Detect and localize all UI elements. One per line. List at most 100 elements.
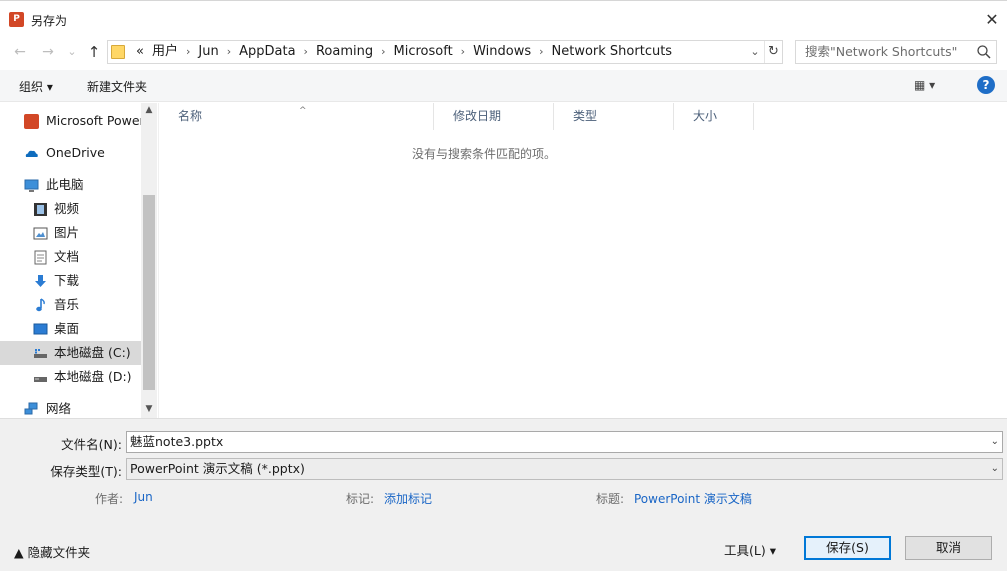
filename-value: 魅蓝note3.pptx: [130, 434, 224, 449]
pictures-icon: [33, 227, 48, 240]
breadcrumb-item[interactable]: 用户: [148, 41, 182, 63]
back-button[interactable]: ←: [10, 42, 30, 62]
organize-button[interactable]: 组织 ▾: [19, 78, 53, 95]
sidebar-item-label: 网络: [46, 401, 72, 416]
column-header-date[interactable]: 修改日期: [434, 103, 554, 130]
desktop-icon: [33, 323, 48, 335]
sidebar-item-network[interactable]: 网络: [0, 397, 141, 418]
title-label: 标题:: [596, 492, 625, 506]
breadcrumb-item[interactable]: AppData: [235, 41, 299, 63]
change-view-button[interactable]: ▦ ▾: [914, 78, 935, 92]
sort-ascending-icon: ^: [299, 106, 307, 116]
chevron-right-icon[interactable]: ›: [223, 41, 235, 63]
documents-icon: [34, 250, 47, 265]
computer-icon: [24, 179, 39, 192]
empty-message: 没有与搜索条件匹配的项。: [411, 147, 556, 161]
breadcrumb: « 用户 › Jun › AppData › Roaming › Microso…: [132, 41, 676, 63]
forward-button[interactable]: →: [38, 42, 58, 62]
column-header-name[interactable]: 名称 ^: [159, 103, 434, 130]
breadcrumb-item[interactable]: Microsoft: [390, 41, 457, 63]
refresh-button[interactable]: ↻: [764, 41, 782, 63]
tags-value[interactable]: 添加标记: [384, 490, 432, 507]
sidebar-item-label: OneDrive: [46, 145, 105, 160]
sidebar-item-music[interactable]: 音乐: [0, 293, 141, 317]
chevron-right-icon[interactable]: ›: [457, 41, 469, 63]
title-bar: P 另存为 ✕: [0, 0, 1007, 36]
sidebar-item-documents[interactable]: 文档: [0, 245, 141, 269]
sidebar-item-label: 桌面: [54, 321, 80, 336]
chevron-right-icon[interactable]: ›: [535, 41, 547, 63]
sidebar-item-label: 视频: [54, 201, 80, 216]
breadcrumb-overflow[interactable]: «: [132, 41, 148, 63]
search-icon: [977, 45, 991, 59]
sidebar-item-label: 本地磁盘 (C:): [54, 345, 131, 360]
breadcrumb-item[interactable]: Jun: [194, 41, 222, 63]
sidebar-item-onedrive[interactable]: OneDrive: [0, 141, 141, 165]
filename-label: 文件名(N):: [61, 437, 122, 452]
navigation-pane: Microsoft Power OneDrive 此电脑 视频 图片 文档 下载…: [0, 103, 157, 418]
onedrive-icon: [25, 150, 38, 157]
drive-d-icon: [34, 377, 47, 382]
window-title: 另存为: [31, 14, 68, 28]
search-input[interactable]: 搜索"Network Shortcuts": [795, 40, 997, 64]
author-label: 作者:: [95, 492, 124, 506]
powerpoint-icon: [24, 114, 39, 129]
tools-button[interactable]: 工具(L) ▾: [724, 540, 776, 559]
folder-icon: [111, 45, 125, 59]
tags-label: 标记:: [346, 492, 375, 506]
sidebar-item-videos[interactable]: 视频: [0, 197, 141, 221]
author-value[interactable]: Jun: [134, 490, 153, 504]
network-icon: [24, 402, 38, 415]
column-header-label: 名称: [178, 109, 203, 123]
sidebar-item-label: 图片: [54, 225, 80, 240]
sidebar-scrollbar[interactable]: ▲ ▼: [141, 103, 157, 418]
filetype-select[interactable]: PowerPoint 演示文稿 (*.pptx) ⌄: [126, 458, 1003, 480]
help-icon[interactable]: ?: [977, 76, 995, 94]
address-dropdown-button[interactable]: ⌄: [746, 41, 764, 63]
filetype-value: PowerPoint 演示文稿 (*.pptx): [130, 461, 305, 476]
scroll-up-icon[interactable]: ▲: [141, 105, 157, 115]
save-button[interactable]: 保存(S): [804, 536, 891, 560]
breadcrumb-item[interactable]: Windows: [469, 41, 535, 63]
hide-folders-button[interactable]: ▲ 隐藏文件夹: [14, 542, 90, 561]
new-folder-button[interactable]: 新建文件夹: [87, 78, 147, 95]
sidebar-item-this-pc[interactable]: 此电脑: [0, 173, 141, 197]
scroll-down-icon[interactable]: ▼: [141, 404, 157, 414]
sidebar-item-downloads[interactable]: 下载: [0, 269, 141, 293]
sidebar-item-label: 文档: [54, 249, 80, 264]
music-icon: [36, 298, 45, 312]
command-bar: 组织 ▾ 新建文件夹 ▦ ▾ ?: [0, 70, 1007, 102]
file-list[interactable]: 名称 ^ 修改日期 类型 大小 没有与搜索条件匹配的项。: [158, 103, 1007, 418]
save-options-pane: 文件名(N): 魅蓝note3.pptx ⌄ 保存类型(T): PowerPoi…: [0, 418, 1007, 571]
chevron-down-icon[interactable]: ⌄: [991, 432, 999, 452]
column-header-size[interactable]: 大小: [674, 103, 754, 130]
up-button[interactable]: ↑: [84, 42, 104, 62]
sidebar-item-pictures[interactable]: 图片: [0, 221, 141, 245]
sidebar-item-drive-c[interactable]: 本地磁盘 (C:): [0, 341, 141, 365]
column-header-label: 修改日期: [453, 109, 502, 123]
close-button[interactable]: ✕: [978, 7, 1006, 33]
sidebar-item-drive-d[interactable]: 本地磁盘 (D:): [0, 365, 141, 389]
chevron-right-icon[interactable]: ›: [377, 41, 389, 63]
breadcrumb-item[interactable]: Roaming: [312, 41, 377, 63]
scrollbar-thumb[interactable]: [143, 195, 155, 390]
video-icon: [34, 203, 47, 216]
search-placeholder: 搜索"Network Shortcuts": [805, 44, 958, 59]
chevron-right-icon[interactable]: ›: [300, 41, 312, 63]
column-header-type[interactable]: 类型: [554, 103, 674, 130]
download-icon: [35, 275, 46, 287]
title-value[interactable]: PowerPoint 演示文稿: [634, 490, 752, 507]
drive-c-icon: [34, 349, 47, 358]
chevron-right-icon[interactable]: ›: [182, 41, 194, 63]
cancel-button[interactable]: 取消: [905, 536, 992, 560]
breadcrumb-item-current[interactable]: Network Shortcuts: [548, 41, 677, 63]
column-header-label: 大小: [693, 109, 718, 123]
chevron-down-icon[interactable]: ⌄: [991, 459, 999, 479]
sidebar-item-label: Microsoft Power: [46, 113, 145, 128]
sidebar-item-powerpoint[interactable]: Microsoft Power: [0, 109, 145, 133]
column-header-label: 类型: [573, 109, 598, 123]
sidebar-item-desktop[interactable]: 桌面: [0, 317, 141, 341]
recent-locations-button[interactable]: ⌄: [62, 42, 82, 62]
filename-field[interactable]: 魅蓝note3.pptx ⌄: [126, 431, 1003, 453]
address-bar[interactable]: « 用户 › Jun › AppData › Roaming › Microso…: [107, 40, 783, 64]
